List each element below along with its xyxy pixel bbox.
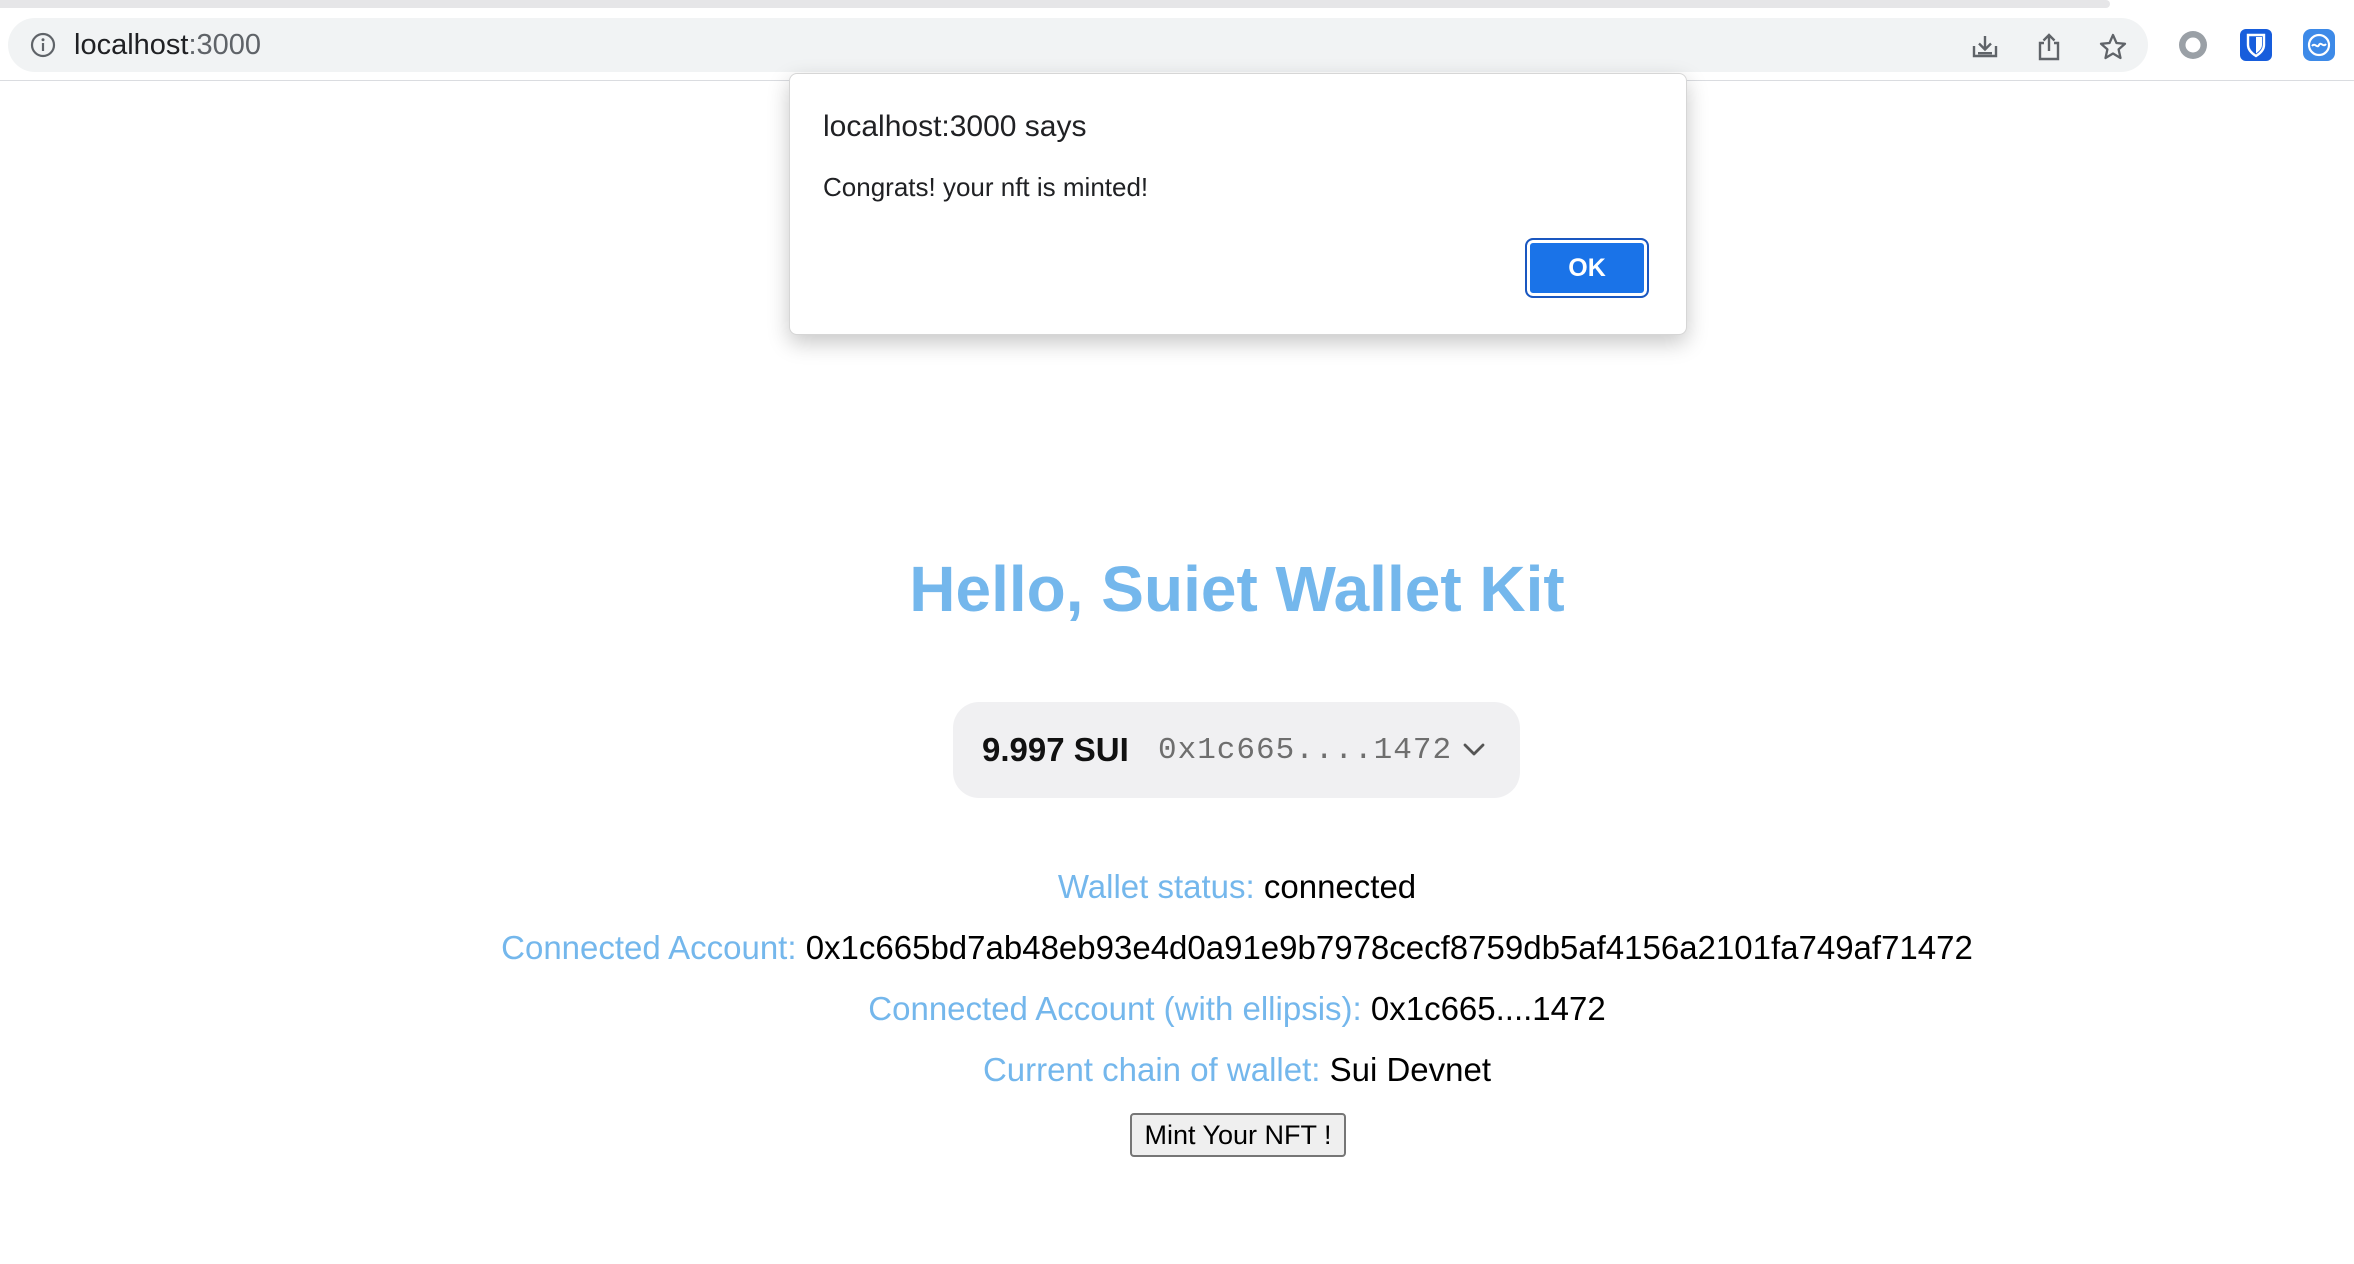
wallet-address: 0x1c665....1472 (1158, 733, 1453, 768)
url-port: :3000 (188, 29, 262, 61)
wallet-status-value: connected (1263, 868, 1417, 905)
current-chain-value: Sui Devnet (1329, 1051, 1492, 1088)
address-bar[interactable]: localhost:3000 (8, 18, 2148, 72)
dialog-message: Congrats! your nft is minted! (823, 172, 1149, 202)
mint-nft-button[interactable]: Mint Your NFT ! (1130, 1113, 1346, 1157)
tab-bar-edge (0, 0, 2110, 8)
connected-account-label: Connected Account: (501, 929, 797, 966)
star-icon[interactable] (2098, 32, 2128, 62)
tab-strip (0, 0, 2354, 10)
connected-account-value: 0x1c665bd7ab48eb93e4d0a91e9b7978cecf8759… (805, 929, 1973, 966)
wallet-status-line: Wallet status: connected (0, 868, 2354, 906)
install-icon[interactable] (1970, 32, 2000, 62)
ok-button[interactable]: OK (1525, 238, 1649, 298)
info-circle-icon[interactable] (30, 32, 56, 58)
connected-account-ellipsis-value: 0x1c665....1472 (1370, 990, 1606, 1027)
circle-extension-icon[interactable] (2176, 28, 2210, 62)
wallet-status-label: Wallet status: (1057, 868, 1255, 905)
browser-toolbar: localhost:3000 (0, 10, 2354, 81)
url-host: localhost (74, 29, 189, 61)
bitwarden-shield-icon[interactable] (2239, 28, 2273, 62)
url-text[interactable]: localhost:3000 (74, 29, 261, 61)
wallet-connect-button[interactable]: 9.997 SUI 0x1c665....1472 (953, 702, 1520, 798)
connected-account-ellipsis-label: Connected Account (with ellipsis): (868, 990, 1362, 1027)
dialog-title: localhost:3000 says (823, 110, 1087, 143)
connected-account-line: Connected Account: 0x1c665bd7ab48eb93e4d… (0, 929, 2354, 967)
connected-account-ellipsis-line: Connected Account (with ellipsis): 0x1c6… (0, 990, 2354, 1028)
alert-dialog: localhost:3000 says Congrats! your nft i… (789, 73, 1687, 335)
wallet-extension-icon[interactable] (2302, 28, 2336, 62)
current-chain-label: Current chain of wallet: (982, 1051, 1321, 1088)
current-chain-line: Current chain of wallet: Sui Devnet (0, 1051, 2354, 1089)
wallet-balance: 9.997 SUI (982, 731, 1129, 768)
share-icon[interactable] (2034, 32, 2064, 62)
page-title: Hello, Suiet Wallet Kit (909, 553, 1565, 625)
chevron-down-icon (1463, 743, 1485, 756)
